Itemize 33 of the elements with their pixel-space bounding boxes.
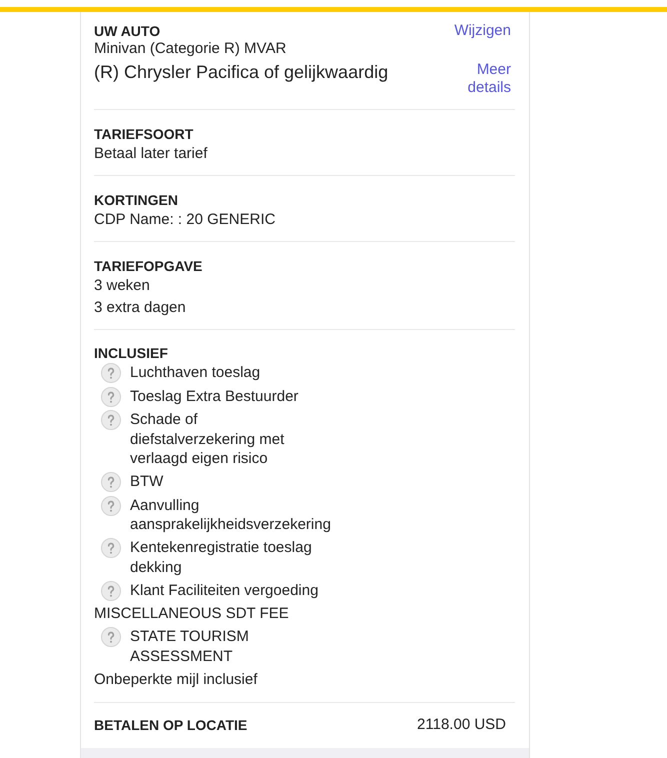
included-item: Kentekenregistratie toeslag dekking [130, 538, 313, 577]
help-icon[interactable] [101, 580, 121, 600]
vehicle-category: Minivan (Categorie R) MVAR [94, 40, 288, 58]
vehicle-model: (R) Chrysler Pacifica of gelijkwaardig [94, 61, 388, 84]
section-heading: INCLUSIEF [94, 344, 169, 363]
change-link[interactable]: Wijzigen [454, 22, 511, 40]
section-heading: TARIEFOPGAVE [94, 257, 204, 276]
more-details-link[interactable]: Meer details [445, 61, 511, 97]
note-text: MISCELLANEOUS SDT FEE [94, 604, 290, 624]
note-text: Onbeperkte mijl inclusief [94, 670, 258, 689]
included-item: Aanvulling aansprakelijkheidsverzekering [130, 496, 331, 534]
included-item: Schade of diefstalverzekering met verlaagd eigen risico [130, 410, 286, 468]
section-value: 3 weken [94, 276, 151, 296]
help-icon[interactable] [101, 496, 121, 516]
total-label: BETALEN OP LOCATIE [94, 716, 248, 735]
section-heading: TARIEFSOORT [94, 125, 194, 144]
section-value: CDP Name: : 20 GENERIC [94, 210, 276, 230]
section-heading: UW AUTO [94, 22, 162, 40]
help-icon[interactable] [101, 627, 121, 647]
help-icon[interactable] [101, 472, 121, 492]
included-item: BTW [130, 472, 164, 492]
section-heading: KORTINGEN [94, 191, 179, 210]
help-icon[interactable] [101, 363, 121, 383]
included-item: STATE TOURISM ASSESSMENT [130, 627, 250, 666]
help-icon[interactable] [101, 538, 121, 558]
help-icon[interactable] [101, 410, 121, 430]
help-icon[interactable] [101, 386, 121, 406]
section-value: 3 extra dagen [94, 298, 187, 318]
included-item: Klant Faciliteiten vergoeding [130, 580, 320, 600]
included-item: Luchthaven toeslag [130, 363, 262, 382]
included-item: Toeslag Extra Bestuurder [130, 386, 300, 406]
section-value: Betaal later tarief [94, 144, 208, 164]
total-amount: 2118.00 USD [417, 715, 506, 735]
